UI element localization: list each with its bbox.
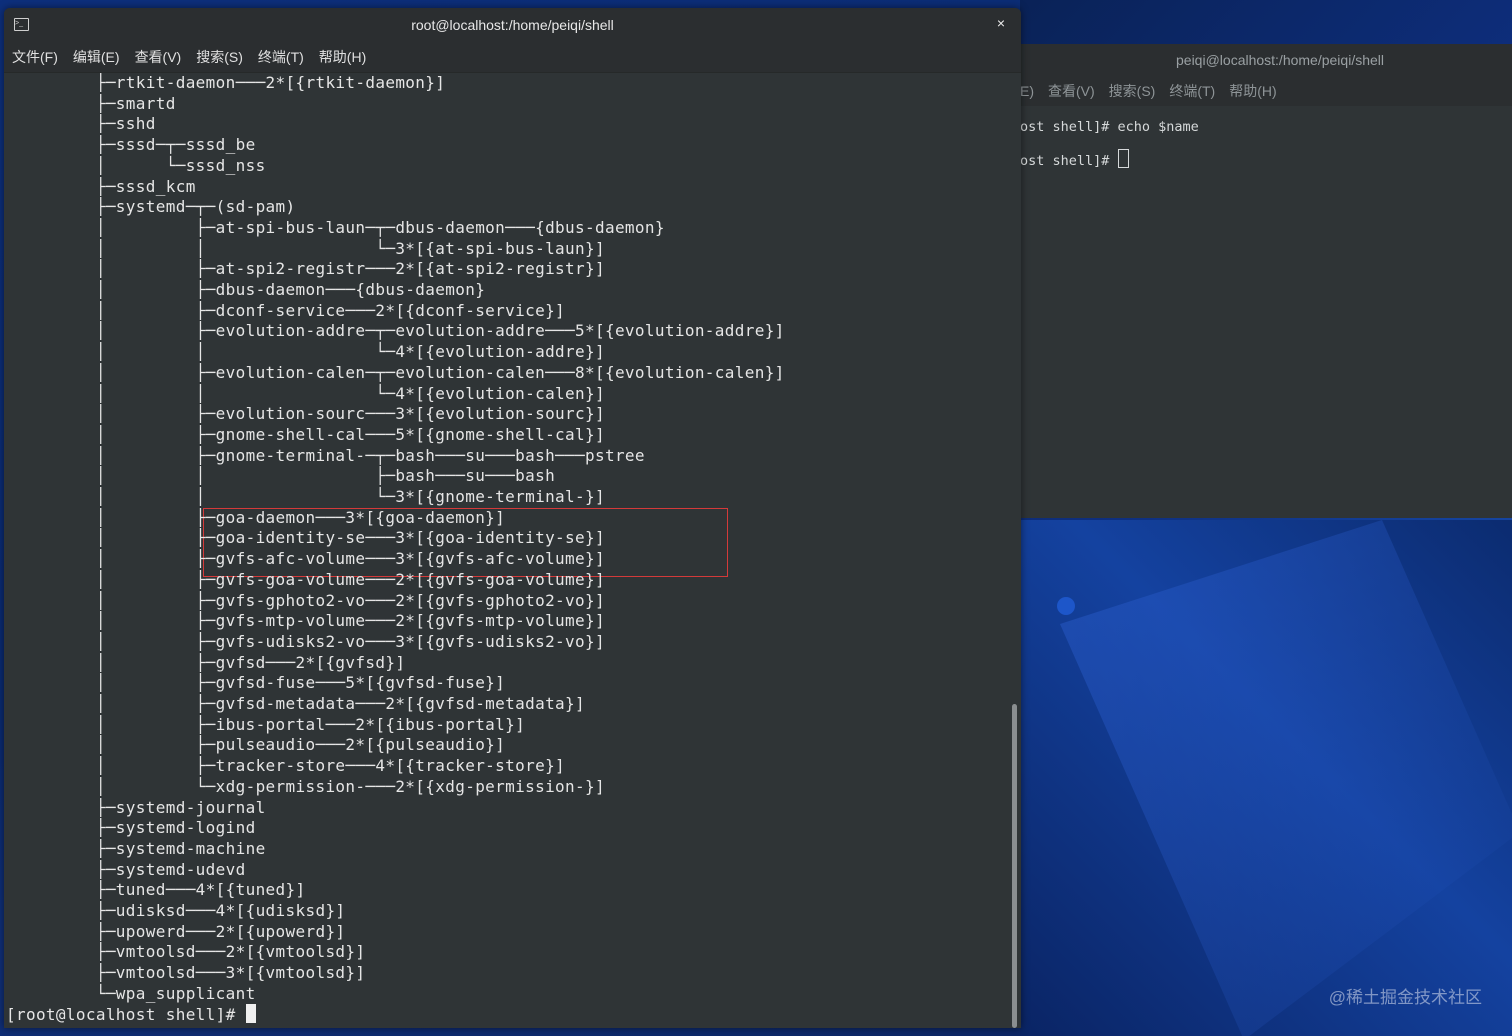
menu-item-terminal[interactable]: 终端(T) — [258, 47, 304, 67]
window-title: root@localhost:/home/peiqi/shell — [411, 17, 614, 33]
terminal-line: │ │ └─3*[{at-spi-bus-laun}] — [6, 238, 605, 258]
menu-bar: E) 查看(V) 搜索(S) 终端(T) 帮助(H) — [1020, 76, 1512, 106]
terminal-line: │ ├─gnome-terminal-─┬─bash───su───bash──… — [6, 445, 645, 465]
terminal-line: │ ├─evolution-calen─┬─evolution-calen───… — [6, 362, 785, 382]
menu-item-help[interactable]: 帮助(H) — [1229, 81, 1276, 101]
terminal-output[interactable]: ost shell]# echo $name ost shell]# — [1020, 106, 1512, 178]
menu-item-help[interactable]: 帮助(H) — [319, 47, 366, 67]
text-cursor — [245, 1003, 256, 1023]
prompt-line[interactable]: [root@localhost shell]# — [6, 1003, 256, 1025]
terminal-line: │ ├─gvfs-gphoto2-vo───2*[{gvfs-gphoto2-v… — [6, 590, 605, 610]
terminal-line: │ ├─tracker-store───4*[{tracker-store}] — [6, 756, 566, 776]
scrollbar[interactable] — [1012, 704, 1017, 1028]
terminal-line: │ ├─evolution-sourc───3*[{evolution-sour… — [6, 404, 605, 424]
menu-item-file[interactable]: 文件(F) — [12, 47, 58, 67]
terminal-line: ├─systemd─┬─(sd-pam) — [6, 197, 296, 217]
terminal-line: ├─sshd — [6, 114, 156, 134]
terminal-line: ├─systemd-logind — [6, 818, 256, 838]
terminal-line: │ └─sssd_nss — [6, 155, 266, 175]
menu-item-search[interactable]: 搜索(S) — [1109, 81, 1156, 101]
window-title[interactable]: peiqi@localhost:/home/peiqi/shell — [1020, 44, 1512, 76]
terminal-line: │ ├─at-spi2-registr───2*[{at-spi2-regist… — [6, 259, 605, 279]
terminal-line: │ ├─gvfsd───2*[{gvfsd}] — [6, 652, 406, 672]
terminal-line: └─wpa_supplicant — [6, 983, 256, 1003]
terminal-line: │ ├─ibus-portal───2*[{ibus-portal}] — [6, 714, 526, 734]
main-terminal-window[interactable]: >_ root@localhost:/home/peiqi/shell × 文件… — [4, 8, 1021, 1028]
terminal-line: ├─systemd-udevd — [6, 859, 246, 879]
terminal-line: ├─rtkit-daemon───2*[{rtkit-daemon}] — [6, 73, 446, 92]
terminal-line: ├─systemd-journal — [6, 797, 266, 817]
wallpaper-dot — [1057, 597, 1075, 615]
terminal-line: │ │ ├─bash───su───bash — [6, 466, 556, 486]
background-terminal-window[interactable]: peiqi@localhost:/home/peiqi/shell E) 查看(… — [1020, 44, 1512, 518]
terminal-line: │ ├─gvfs-afc-volume───3*[{gvfs-afc-volum… — [6, 549, 605, 569]
terminal-line: │ ├─gvfsd-metadata───2*[{gvfsd-metadata}… — [6, 694, 586, 713]
terminal-line: ├─upowerd───2*[{upowerd}] — [6, 921, 346, 941]
terminal-line: ├─systemd-machine — [6, 838, 266, 858]
terminal-line: │ ├─dconf-service───2*[{dconf-service}] — [6, 300, 566, 320]
title-bar[interactable]: >_ root@localhost:/home/peiqi/shell × — [4, 8, 1021, 42]
terminal-icon: >_ — [14, 18, 29, 31]
terminal-line: │ ├─gnome-shell-cal───5*[{gnome-shell-ca… — [6, 424, 605, 444]
terminal-line: │ ├─evolution-addre─┬─evolution-addre───… — [6, 321, 785, 341]
terminal-line: │ ├─pulseaudio───2*[{pulseaudio}] — [6, 735, 506, 755]
terminal-line: │ ├─gvfs-goa-volume───2*[{gvfs-goa-volum… — [6, 569, 605, 589]
menu-item-edit[interactable]: 编辑(E) — [73, 47, 120, 67]
watermark: @稀土掘金技术社区 — [1328, 988, 1482, 1007]
terminal-line: ├─sssd─┬─sssd_be — [6, 135, 256, 155]
terminal-line: ├─sssd_kcm — [6, 176, 196, 196]
terminal-line: │ ├─goa-identity-se───3*[{goa-identity-s… — [6, 528, 605, 548]
shell-prompt: [root@localhost shell]# — [6, 1004, 246, 1024]
terminal-line: │ │ └─4*[{evolution-addre}] — [6, 342, 605, 362]
terminal-output[interactable]: ├─rtkit-daemon───2*[{rtkit-daemon}] ├─sm… — [6, 72, 1006, 1028]
close-button[interactable]: × — [993, 15, 1009, 31]
terminal-line: │ ├─goa-daemon───3*[{goa-daemon}] — [6, 507, 506, 527]
terminal-line: ost shell]# — [1020, 153, 1118, 169]
terminal-line: │ ├─gvfs-udisks2-vo───3*[{gvfs-udisks2-v… — [6, 631, 605, 651]
menu-item-terminal[interactable]: 终端(T) — [1169, 81, 1215, 101]
terminal-line: ├─vmtoolsd───2*[{vmtoolsd}] — [6, 942, 366, 962]
terminal-line: │ ├─gvfsd-fuse───5*[{gvfsd-fuse}] — [6, 673, 506, 693]
terminal-line: │ ├─dbus-daemon───{dbus-daemon} — [6, 280, 486, 299]
menu-item-edit[interactable]: E) — [1020, 83, 1034, 99]
terminal-line: ├─udisksd───4*[{udisksd}] — [6, 901, 346, 920]
terminal-line: ├─tuned───4*[{tuned}] — [6, 880, 306, 900]
terminal-line: │ │ └─4*[{evolution-calen}] — [6, 383, 605, 403]
menu-item-search[interactable]: 搜索(S) — [196, 47, 243, 67]
menu-item-view[interactable]: 查看(V) — [1048, 81, 1095, 101]
terminal-line: │ └─xdg-permission-───2*[{xdg-permission… — [6, 776, 605, 796]
text-cursor — [1117, 149, 1129, 168]
menu-bar: 文件(F) 编辑(E) 查看(V) 搜索(S) 终端(T) 帮助(H) — [4, 42, 1021, 73]
terminal-line: ├─vmtoolsd───3*[{vmtoolsd}] — [6, 963, 366, 983]
terminal-line: ost shell]# echo $name — [1020, 119, 1199, 135]
terminal-line: │ ├─at-spi-bus-laun─┬─dbus-daemon───{dbu… — [6, 217, 665, 237]
terminal-line: │ ├─gvfs-mtp-volume───2*[{gvfs-mtp-volum… — [6, 611, 605, 631]
terminal-line: │ │ └─3*[{gnome-terminal-}] — [6, 487, 605, 506]
menu-item-view[interactable]: 查看(V) — [135, 47, 182, 67]
terminal-line: ├─smartd — [6, 93, 176, 113]
